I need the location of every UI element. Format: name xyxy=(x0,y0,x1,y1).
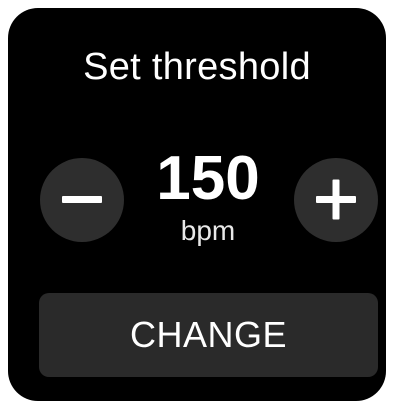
decrease-button[interactable] xyxy=(40,158,124,242)
change-button[interactable]: CHANGE xyxy=(39,293,378,377)
increase-button[interactable] xyxy=(294,158,378,242)
minus-icon xyxy=(62,196,102,203)
plus-icon xyxy=(316,179,356,220)
threshold-unit: bpm xyxy=(180,215,236,246)
threshold-value: 150 xyxy=(156,144,260,213)
screen-title: Set threshold xyxy=(83,46,311,88)
threshold-screen: Set threshold 150 bpm CHANGE xyxy=(8,8,386,401)
